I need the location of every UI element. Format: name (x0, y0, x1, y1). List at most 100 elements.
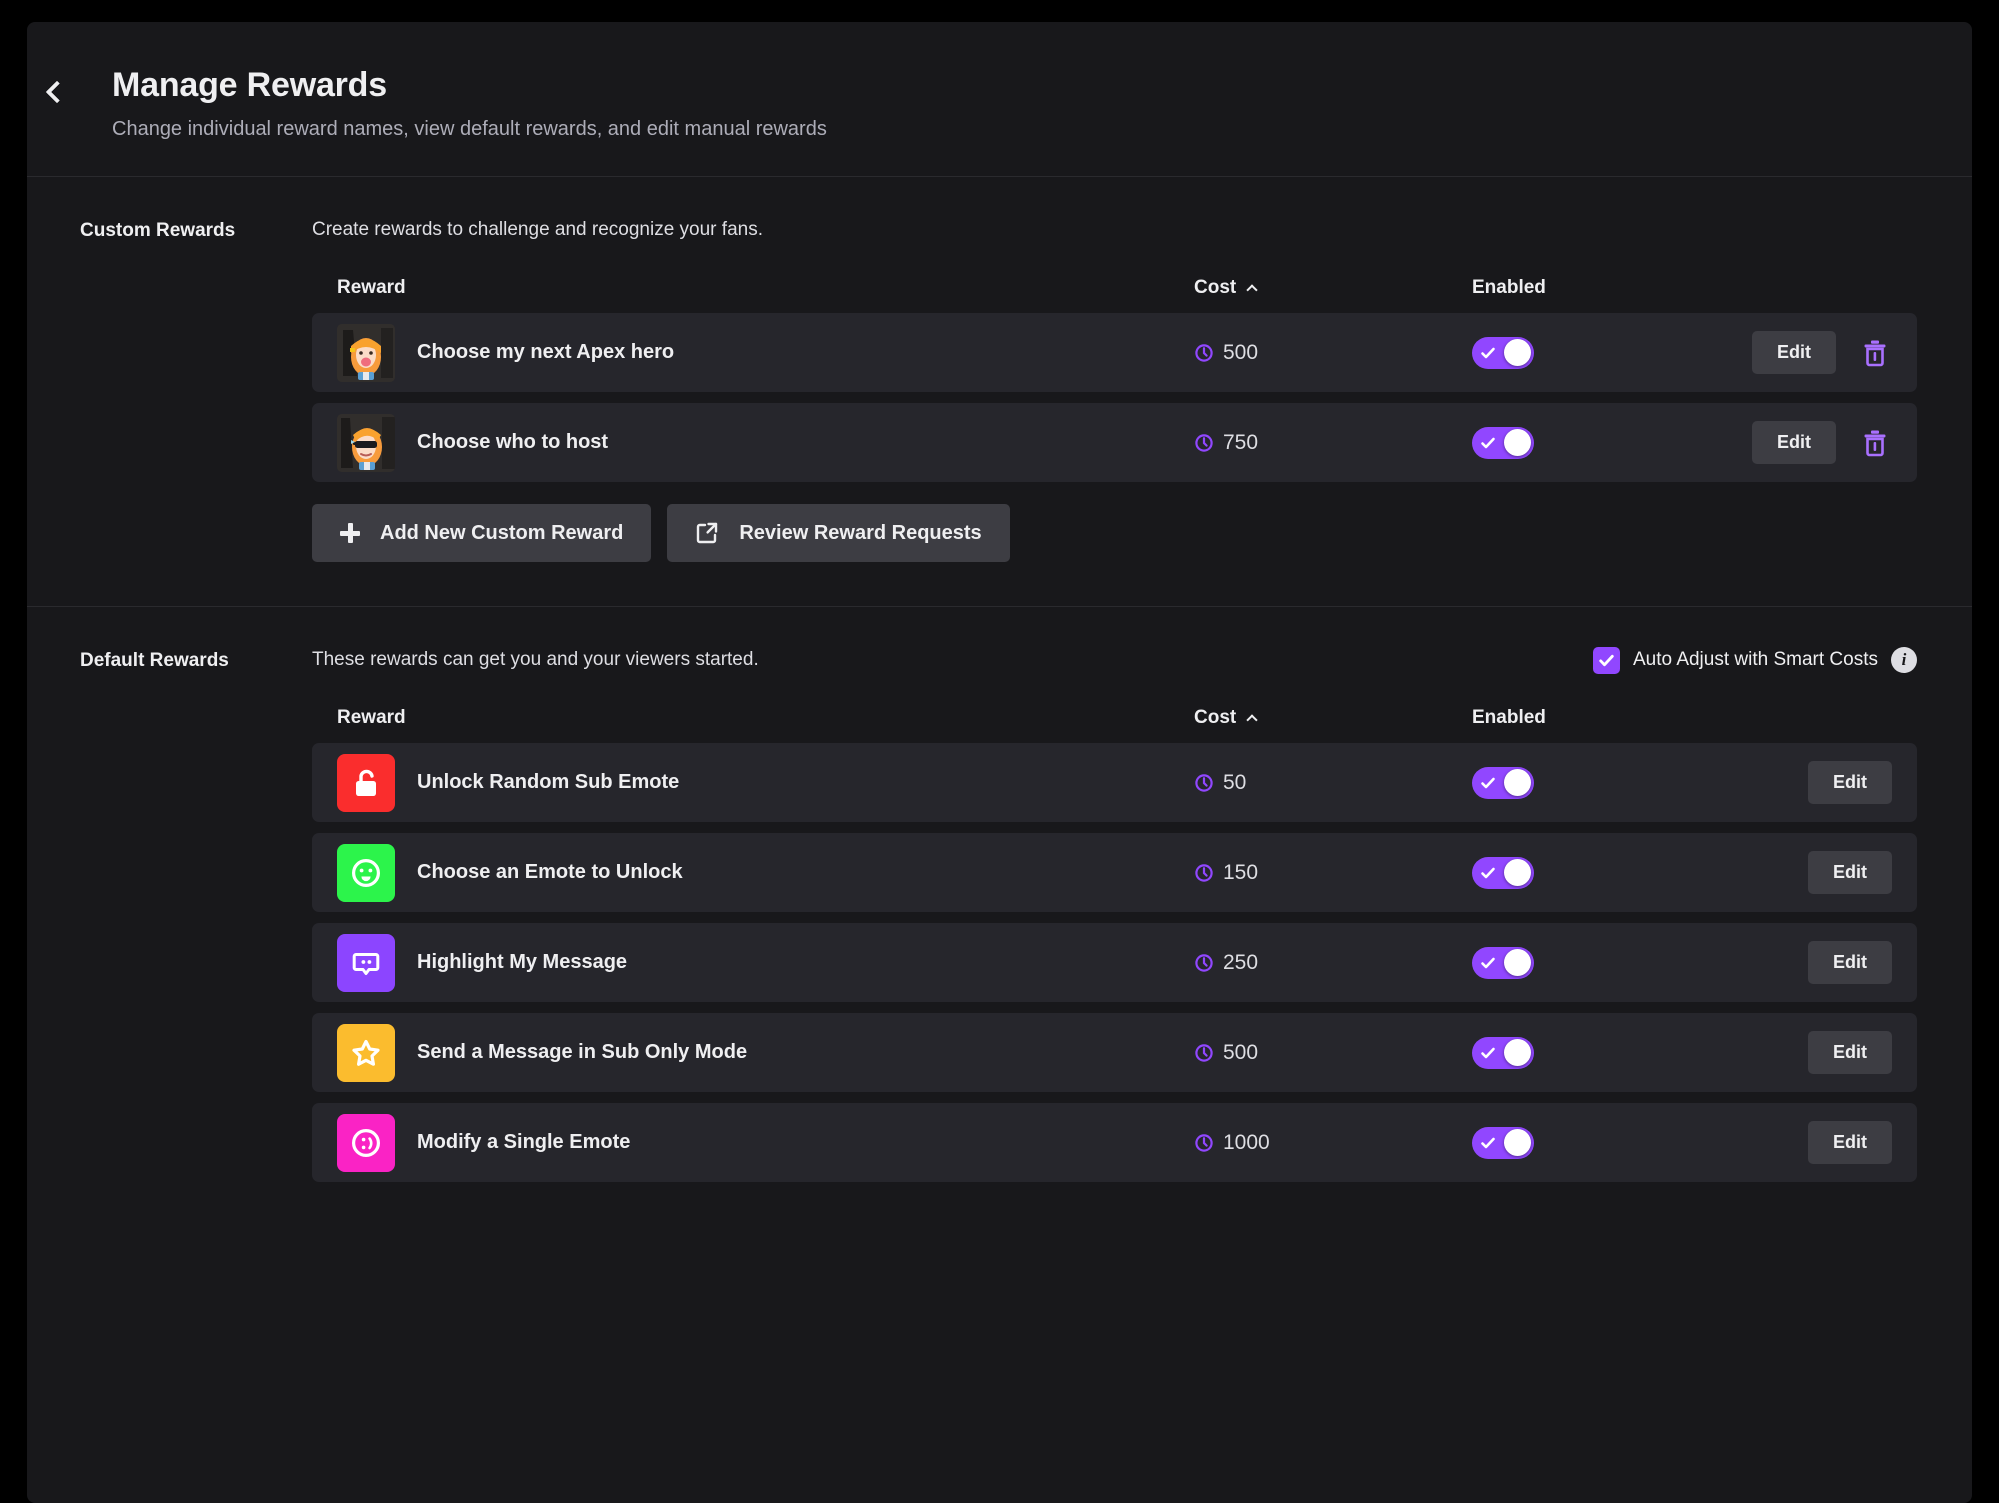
reward-cell: Send a Message in Sub Only Mode (337, 1024, 1194, 1082)
page-subtitle: Change individual reward names, view def… (112, 116, 827, 142)
add-new-custom-reward-button[interactable]: Add New Custom Reward (312, 504, 651, 562)
actions-cell: Edit (1722, 941, 1892, 984)
table-row[interactable]: Choose my next Apex hero 500 (312, 313, 1917, 392)
reward-name: Unlock Random Sub Emote (417, 771, 679, 794)
check-icon (1480, 435, 1496, 451)
delete-button[interactable] (1858, 335, 1892, 371)
cost-cell: 500 (1194, 341, 1472, 365)
enabled-toggle[interactable] (1472, 767, 1534, 799)
channel-points-icon (1194, 773, 1214, 793)
table-row[interactable]: Choose an Emote to Unlock 150 (312, 833, 1917, 912)
channel-points-icon (1194, 343, 1214, 363)
cost-value: 750 (1223, 431, 1258, 455)
custom-rewards-description: Create rewards to challenge and recogniz… (312, 219, 763, 241)
star-icon (337, 1024, 395, 1082)
default-rewards-table: Reward Cost Enabled (312, 707, 1917, 1182)
chevron-left-icon (46, 81, 69, 104)
toggle-knob (1504, 1039, 1531, 1066)
enabled-cell (1472, 857, 1722, 889)
enabled-toggle[interactable] (1472, 1127, 1534, 1159)
enabled-cell (1472, 1037, 1722, 1069)
custom-rewards-topline: Create rewards to challenge and recogniz… (312, 215, 1917, 245)
reward-name: Choose my next Apex hero (417, 341, 674, 364)
actions-cell: Edit (1722, 331, 1892, 374)
edit-button[interactable]: Edit (1752, 421, 1836, 464)
cost-value: 1000 (1223, 1131, 1270, 1155)
smart-costs-checkbox[interactable] (1593, 647, 1620, 674)
default-rewards-topline: These rewards can get you and your viewe… (312, 645, 1917, 675)
column-header-cost[interactable]: Cost (1194, 707, 1472, 729)
cost-cell: 250 (1194, 951, 1472, 975)
cost-value: 500 (1223, 1041, 1258, 1065)
edit-button[interactable]: Edit (1808, 1031, 1892, 1074)
column-header-reward: Reward (337, 707, 1194, 729)
reward-cell: Choose my next Apex hero (337, 324, 1194, 382)
default-rewards-body: These rewards can get you and your viewe… (312, 645, 1972, 1193)
cost-value: 500 (1223, 341, 1258, 365)
check-icon (1598, 652, 1615, 669)
enabled-toggle[interactable] (1472, 857, 1534, 889)
default-rewards-table-header: Reward Cost Enabled (312, 707, 1917, 743)
check-icon (1480, 1045, 1496, 1061)
enabled-toggle[interactable] (1472, 337, 1534, 369)
cost-value: 50 (1223, 771, 1246, 795)
enabled-cell (1472, 767, 1722, 799)
reward-name: Choose who to host (417, 431, 608, 454)
toggle-knob (1504, 429, 1531, 456)
table-row[interactable]: Choose who to host 750 (312, 403, 1917, 482)
emote-avatar-shocked (337, 324, 395, 382)
reward-cell: Unlock Random Sub Emote (337, 754, 1194, 812)
enabled-cell (1472, 947, 1722, 979)
channel-points-icon (1194, 1133, 1214, 1153)
edit-button[interactable]: Edit (1808, 941, 1892, 984)
cost-value: 250 (1223, 951, 1258, 975)
edit-button[interactable]: Edit (1808, 761, 1892, 804)
manage-rewards-panel: Manage Rewards Change individual reward … (27, 22, 1972, 1503)
toggle-knob (1504, 949, 1531, 976)
custom-rewards-body: Create rewards to challenge and recogniz… (312, 215, 1972, 562)
table-row[interactable]: Unlock Random Sub Emote 50 (312, 743, 1917, 822)
check-icon (1480, 955, 1496, 971)
column-header-enabled: Enabled (1472, 277, 1722, 299)
edit-button[interactable]: Edit (1808, 851, 1892, 894)
trash-icon (1862, 429, 1888, 457)
cost-cell: 500 (1194, 1041, 1472, 1065)
review-reward-requests-label: Review Reward Requests (739, 522, 981, 545)
edit-button[interactable]: Edit (1808, 1121, 1892, 1164)
actions-cell: Edit (1722, 851, 1892, 894)
check-icon (1480, 775, 1496, 791)
review-reward-requests-button[interactable]: Review Reward Requests (667, 504, 1009, 562)
add-new-custom-reward-label: Add New Custom Reward (380, 522, 623, 545)
page-header: Manage Rewards Change individual reward … (27, 22, 1972, 177)
delete-button[interactable] (1858, 425, 1892, 461)
column-header-cost[interactable]: Cost (1194, 277, 1472, 299)
toggle-knob (1504, 339, 1531, 366)
custom-rewards-actions: Add New Custom Reward Review Reward Requ… (312, 504, 1917, 562)
enabled-toggle[interactable] (1472, 1037, 1534, 1069)
cost-cell: 150 (1194, 861, 1472, 885)
enabled-toggle[interactable] (1472, 947, 1534, 979)
default-rewards-label: Default Rewards (27, 645, 312, 1193)
reward-name: Send a Message in Sub Only Mode (417, 1041, 747, 1064)
table-row[interactable]: Modify a Single Emote 1000 (312, 1103, 1917, 1182)
column-header-cost-label: Cost (1194, 707, 1236, 729)
reward-name: Modify a Single Emote (417, 1131, 630, 1154)
back-button[interactable] (27, 66, 87, 100)
enabled-cell (1472, 1127, 1722, 1159)
info-icon[interactable]: i (1891, 647, 1917, 673)
sort-ascending-icon (1247, 284, 1258, 295)
actions-cell: Edit (1722, 761, 1892, 804)
actions-cell: Edit (1722, 1121, 1892, 1164)
toggle-knob (1504, 1129, 1531, 1156)
edit-button[interactable]: Edit (1752, 331, 1836, 374)
chat-bubble-icon (337, 934, 395, 992)
check-icon (1480, 345, 1496, 361)
table-row[interactable]: Highlight My Message 250 (312, 923, 1917, 1002)
reward-cell: Modify a Single Emote (337, 1114, 1194, 1172)
enabled-toggle[interactable] (1472, 427, 1534, 459)
smart-costs-control: Auto Adjust with Smart Costs i (1593, 647, 1917, 674)
check-icon (1480, 1135, 1496, 1151)
table-row[interactable]: Send a Message in Sub Only Mode 500 (312, 1013, 1917, 1092)
custom-rewards-label: Custom Rewards (27, 215, 312, 562)
cost-cell: 1000 (1194, 1131, 1472, 1155)
